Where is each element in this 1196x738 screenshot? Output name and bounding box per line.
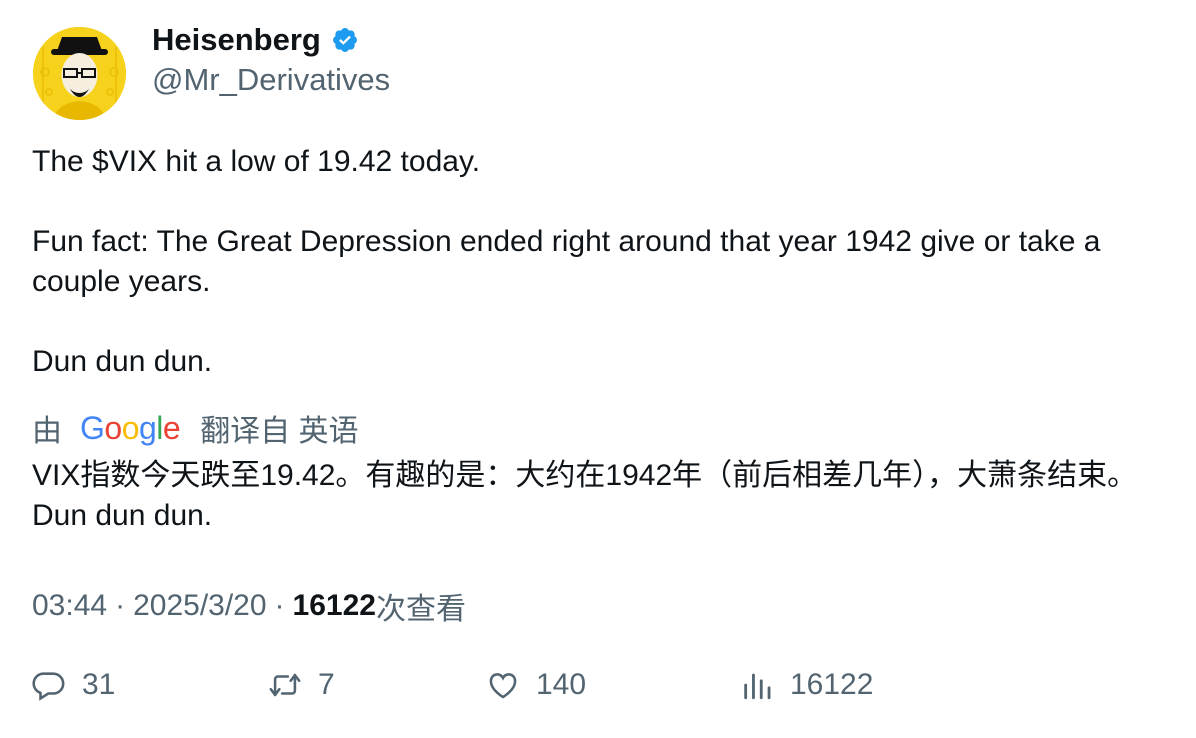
like-button[interactable]: 140 <box>486 668 586 702</box>
tweet-blank-line <box>32 182 1172 222</box>
tweet-line: Dun dun dun. <box>32 345 213 378</box>
meta-separator: · <box>274 589 285 622</box>
retweet-icon <box>269 673 301 697</box>
tweet-text: The $VIX hit a low of 19.42 today. Fun f… <box>32 142 1172 382</box>
translated-text: VIX指数今天跌至19.42。有趣的是：大约在1942年（前后相差几年），大萧条… <box>32 459 1138 532</box>
display-name-text[interactable]: Heisenberg <box>152 22 321 58</box>
tweet-date[interactable]: 2025/3/20 <box>133 589 266 623</box>
reply-icon <box>32 672 65 701</box>
author-display-name[interactable]: Heisenberg <box>152 22 359 58</box>
like-count: 140 <box>536 668 587 701</box>
views-button[interactable]: 16122 <box>740 668 873 702</box>
tweet-meta: 03:44 · 2025/3/20 · 16122 次查看 <box>32 584 466 628</box>
translation-attribution: 由 Google 翻译自 英语 <box>32 406 359 450</box>
heisenberg-avatar-icon <box>33 27 126 120</box>
heart-icon <box>489 673 517 699</box>
tweet-blank-line <box>32 302 1172 342</box>
author-handle[interactable]: @Mr_Derivatives <box>152 62 390 98</box>
google-logo: Google <box>80 409 181 446</box>
meta-separator: · <box>115 589 126 622</box>
translation-prefix: 由 <box>32 415 62 448</box>
retweet-button[interactable]: 7 <box>268 668 335 702</box>
bar-chart-icon <box>744 673 771 700</box>
action-bar: 31 7 140 16122 <box>32 668 1172 718</box>
reply-button[interactable]: 31 <box>32 668 115 702</box>
tweet-line: Fun fact: The Great Depression ended rig… <box>32 225 1101 298</box>
reply-count: 31 <box>82 668 116 701</box>
translation-suffix: 翻译自 英语 <box>200 415 359 448</box>
avatar[interactable] <box>33 27 126 120</box>
tweet-line: The $VIX hit a low of 19.42 today. <box>32 145 481 178</box>
retweet-count: 7 <box>318 668 335 701</box>
views-count: 16122 <box>292 589 376 622</box>
tweet-time[interactable]: 03:44 <box>32 589 107 623</box>
verified-badge-icon[interactable] <box>331 26 359 54</box>
views-action-count: 16122 <box>790 668 874 701</box>
views-label: 次查看 <box>375 593 466 626</box>
